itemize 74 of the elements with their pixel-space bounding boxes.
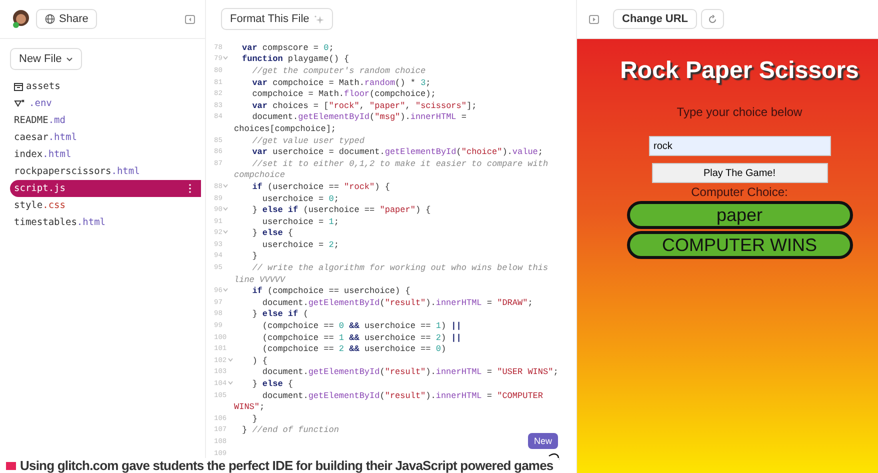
file-item[interactable]: assets xyxy=(10,78,201,95)
code-line: ) { xyxy=(251,356,268,366)
format-file-button[interactable]: Format This File xyxy=(221,8,334,30)
file-item[interactable]: timestables.html xyxy=(10,214,201,231)
globe-icon xyxy=(45,14,55,24)
file-item[interactable]: README.md xyxy=(10,112,201,129)
code-line: var compchoice = Math.random() * 3; xyxy=(251,78,431,88)
file-item[interactable]: caesar.html xyxy=(10,129,201,146)
choice-input[interactable]: rock xyxy=(648,136,830,156)
avatar[interactable] xyxy=(12,9,30,29)
code-line: } xyxy=(251,414,258,424)
code-line: if (userchoice == "rock") { xyxy=(251,182,390,192)
file-item[interactable]: rockpaperscissors.html xyxy=(10,163,201,180)
result-display: COMPUTER WINS xyxy=(626,231,852,259)
code-line: document.getElementById("result").innerHTML = "DRAW"; xyxy=(261,298,533,308)
code-line: userchoice = 2; xyxy=(261,240,339,250)
sparkle-icon xyxy=(313,14,324,24)
code-line: (compchoice == 2 && userchoice == 0) xyxy=(261,344,446,354)
collapse-icon[interactable] xyxy=(185,14,195,24)
fold-caret-icon[interactable] xyxy=(223,184,228,188)
code-line: var compscore = 0; xyxy=(242,42,334,53)
fold-caret-icon[interactable] xyxy=(223,288,228,292)
code-line: } //end of function xyxy=(242,425,339,436)
file-item[interactable]: script.js xyxy=(10,180,201,197)
new-badge: New xyxy=(528,433,558,449)
code-line: } else { xyxy=(251,379,294,390)
code-line: //set it to either 0,1,2 to make it easier to compare with xyxy=(251,158,548,169)
file-item[interactable]: style.css xyxy=(10,197,201,214)
share-button[interactable]: Share xyxy=(36,9,98,29)
fold-caret-icon[interactable] xyxy=(228,358,233,362)
code-line: document.getElementById("msg").innerHTML = xyxy=(251,112,466,122)
code-line: // write the algorithm for working out who wins below this xyxy=(251,263,548,274)
archive-icon xyxy=(14,82,23,90)
code-line: userchoice = 1; xyxy=(261,216,339,227)
code-line: document.getElementById("result").innerHTML = "COMPUTER xyxy=(261,390,544,401)
fold-caret-icon[interactable] xyxy=(223,207,228,212)
file-item[interactable]: .env xyxy=(10,95,201,112)
play-button[interactable]: Play The Game! xyxy=(652,163,828,183)
code-line: function playgame() { xyxy=(242,54,350,64)
code-line: line VVVVV xyxy=(234,274,286,285)
code-line: compchoice = Math.floor(compchoice); xyxy=(251,89,436,100)
code-line: (compchoice == 1 && userchoice == 2) || xyxy=(261,332,462,343)
computer-choice-display: paper xyxy=(626,201,852,229)
code-line: } else if ( xyxy=(251,309,308,320)
caption: Using glitch.com gave students the perfect IDE for building their JavaScript powered games xyxy=(20,458,554,473)
game-title: Rock Paper Scissors xyxy=(620,57,859,85)
chevron-down-icon xyxy=(66,56,73,62)
code-line: } else if (userchoice == "paper") { xyxy=(251,205,431,216)
code-line: document.getElementById("result").innerHTML = "USER WINS"; xyxy=(261,367,558,378)
code-line: if (compchoice == userchoice) { xyxy=(251,286,410,296)
play-icon[interactable] xyxy=(589,14,599,24)
code-line: choices[compchoice]; xyxy=(234,124,336,134)
prompt-text: Type your choice below xyxy=(676,105,802,119)
fold-caret-icon[interactable] xyxy=(228,381,233,386)
code-line: } xyxy=(251,251,258,262)
code-line: } else { xyxy=(251,228,294,238)
code-line: userchoice = 0; xyxy=(261,194,339,204)
fold-caret-icon[interactable] xyxy=(223,56,228,60)
file-item[interactable]: index.html xyxy=(10,146,201,163)
code-line: var choices = ["rock", "paper", "scissors"]; xyxy=(251,100,477,111)
refresh-button[interactable] xyxy=(701,9,724,29)
new-file-button[interactable]: New File xyxy=(10,48,82,70)
caption-marker xyxy=(6,462,16,470)
code-line: //get value user typed xyxy=(251,136,364,146)
code-line: //get the computer's random choice xyxy=(251,66,426,76)
key-icon xyxy=(14,99,26,108)
computer-choice-label: Computer Choice: xyxy=(691,185,788,199)
code-line: compchoice xyxy=(234,170,286,180)
change-url-button[interactable]: Change URL xyxy=(613,9,697,29)
code-line: var userchoice = document.getElementById("choice").value; xyxy=(251,147,544,158)
refresh-icon xyxy=(708,14,717,24)
fold-caret-icon[interactable] xyxy=(223,230,228,234)
code-line: WINS"; xyxy=(234,402,265,412)
code-line: (compchoice == 0 && userchoice == 1) || xyxy=(261,321,462,332)
